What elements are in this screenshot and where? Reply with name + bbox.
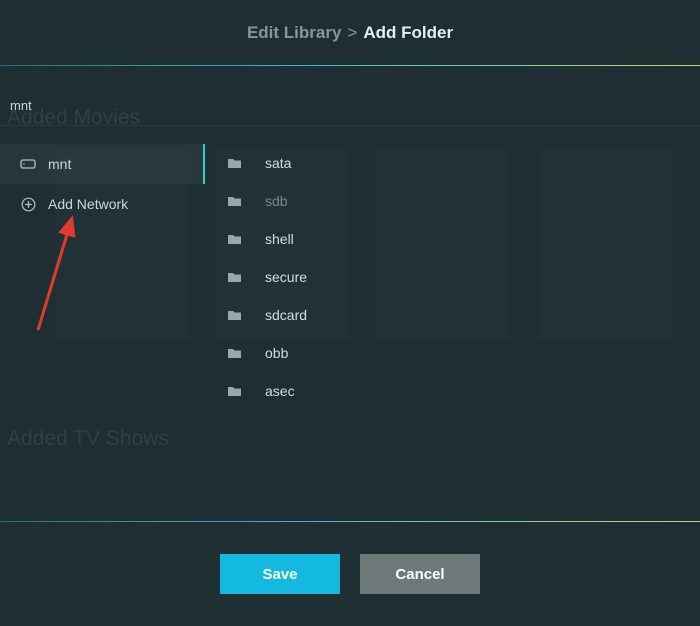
- breadcrumb-current: Add Folder: [363, 23, 453, 43]
- path-input[interactable]: mnt: [0, 66, 700, 126]
- folder-icon: [227, 157, 249, 169]
- folder-item[interactable]: sdcard: [205, 296, 700, 334]
- path-text: mnt: [10, 98, 32, 113]
- add-circle-icon: [18, 197, 38, 212]
- folder-label: sdcard: [265, 307, 307, 323]
- folder-item[interactable]: secure: [205, 258, 700, 296]
- folder-label: sdb: [265, 193, 288, 209]
- folder-item[interactable]: sata: [205, 144, 700, 182]
- folder-item[interactable]: obb: [205, 334, 700, 372]
- folder-label: secure: [265, 269, 307, 285]
- folder-icon: [227, 195, 249, 207]
- folder-label: asec: [265, 383, 295, 399]
- source-list: mnt Add Network: [0, 126, 205, 504]
- folder-icon: [227, 309, 249, 321]
- folder-label: sata: [265, 155, 291, 171]
- breadcrumb-separator: >: [347, 23, 357, 43]
- breadcrumb-parent[interactable]: Edit Library: [247, 23, 341, 43]
- folder-label: shell: [265, 231, 294, 247]
- folder-item[interactable]: asec: [205, 372, 700, 410]
- cancel-button[interactable]: Cancel: [360, 554, 480, 594]
- folder-icon: [227, 271, 249, 283]
- sidebar-item-label: Add Network: [48, 196, 128, 212]
- sidebar-item-mnt[interactable]: mnt: [0, 144, 205, 184]
- footer-actions: Save Cancel: [0, 522, 700, 626]
- save-button[interactable]: Save: [220, 554, 340, 594]
- folder-item[interactable]: sdb: [205, 182, 700, 220]
- drive-icon: [18, 157, 38, 171]
- folder-icon: [227, 385, 249, 397]
- folder-browser: mnt Add Network sata sdb: [0, 126, 700, 504]
- folder-icon: [227, 233, 249, 245]
- folder-label: obb: [265, 345, 288, 361]
- folder-list: sata sdb shell secure sdcard: [205, 126, 700, 504]
- folder-icon: [227, 347, 249, 359]
- folder-item[interactable]: shell: [205, 220, 700, 258]
- sidebar-item-label: mnt: [48, 156, 71, 172]
- sidebar-item-add-network[interactable]: Add Network: [0, 184, 205, 224]
- breadcrumb: Edit Library > Add Folder: [0, 0, 700, 65]
